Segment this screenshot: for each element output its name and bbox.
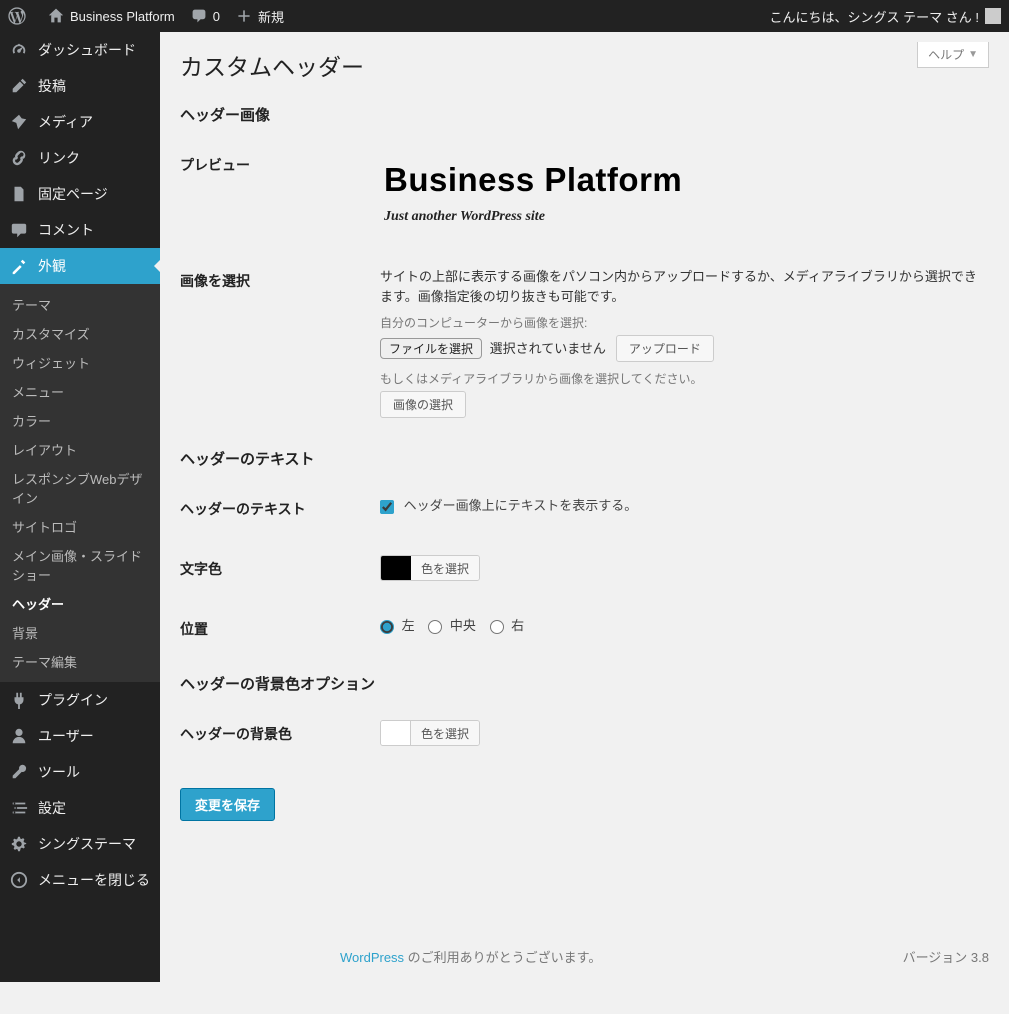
footer-wp-link[interactable]: WordPress [340,950,404,965]
content-area: ヘルプ ▼ カスタムヘッダー ヘッダー画像 プレビュー Business Pla… [160,32,1009,982]
home-icon [48,8,64,24]
chevron-down-icon: ▼ [968,49,978,60]
subitem-header[interactable]: ヘッダー [0,589,160,618]
text-color-picker[interactable]: 色を選択 [380,555,480,581]
preview-title: Business Platform [384,161,985,199]
subitem-menus[interactable]: メニュー [0,377,160,406]
admin-sidebar: ダッシュボード 投稿 メディア リンク 固定ページ コメント 外観 テーマ カス… [0,32,160,982]
sidebar-item-posts[interactable]: 投稿 [0,68,160,104]
appearance-icon [10,257,30,275]
section-header-image: ヘッダー画像 [180,90,989,135]
subitem-background[interactable]: 背景 [0,618,160,647]
show-text-label[interactable]: ヘッダー画像上にテキストを表示する。 [380,498,637,513]
pos-left-radio[interactable] [380,620,394,634]
select-image-desc: サイトの上部に表示する画像をパソコン内からアップロードするか、メディアライブラリ… [380,267,989,306]
bg-color-swatch [381,721,411,745]
dashboard-icon [10,41,30,59]
plugins-icon [10,691,30,709]
header-preview: Business Platform Just another WordPress… [380,151,989,235]
pos-right-label[interactable]: 右 [490,618,525,633]
site-link[interactable]: Business Platform [40,0,183,32]
sidebar-item-xings[interactable]: シングステーマ [0,826,160,862]
greeting: こんにちは、シングス テーマ さん ! [770,7,979,26]
admin-bar: Business Platform 0 新規 こんにちは、シングス テーマ さん… [0,0,1009,32]
show-text-checkbox[interactable] [380,500,394,514]
footer-text: のご利用ありがとうございます。 [404,950,601,965]
bg-color-picker[interactable]: 色を選択 [380,720,480,746]
sidebar-item-tools[interactable]: ツール [0,754,160,790]
media-icon [10,113,30,131]
comment-icon [191,8,207,24]
row-header-text-label: ヘッダーのテキスト [180,479,380,539]
file-status: 選択されていません [490,341,606,356]
pos-right-radio[interactable] [490,620,504,634]
preview-tagline: Just another WordPress site [384,209,985,225]
collapse-icon [10,871,30,889]
upload-button[interactable]: アップロード [616,335,714,362]
sidebar-item-settings[interactable]: 設定 [0,790,160,826]
section-header-text: ヘッダーのテキスト [180,434,989,479]
footer-version: バージョン 3.8 [903,947,989,966]
save-changes-button[interactable]: 変更を保存 [180,788,275,821]
row-preview-label: プレビュー [180,135,380,251]
subitem-widgets[interactable]: ウィジェット [0,348,160,377]
avatar [985,8,1001,24]
wp-logo-link[interactable] [0,0,40,32]
users-icon [10,727,30,745]
subitem-layout[interactable]: レイアウト [0,435,160,464]
settings-icon [10,799,30,817]
sidebar-item-appearance[interactable]: 外観 [0,248,160,284]
subitem-color[interactable]: カラー [0,406,160,435]
media-hint: もしくはメディアライブラリから画像を選択してください。 [380,370,989,387]
sidebar-item-comments[interactable]: コメント [0,212,160,248]
sidebar-item-dashboard[interactable]: ダッシュボード [0,32,160,68]
sidebar-item-pages[interactable]: 固定ページ [0,176,160,212]
new-button[interactable]: 新規 [228,0,292,32]
text-color-swatch [381,556,411,580]
admin-footer: WordPress のご利用ありがとうございます。 バージョン 3.8 [340,937,989,982]
section-bg: ヘッダーの背景色オプション [180,659,989,704]
row-select-image-label: 画像を選択 [180,251,380,434]
pages-icon [10,185,30,203]
sidebar-item-users[interactable]: ユーザー [0,718,160,754]
comments-link[interactable]: 0 [183,0,228,32]
help-button[interactable]: ヘルプ ▼ [917,42,989,68]
subitem-themes[interactable]: テーマ [0,290,160,319]
row-text-color-label: 文字色 [180,539,380,599]
posts-icon [10,77,30,95]
links-icon [10,149,30,167]
subitem-customize[interactable]: カスタマイズ [0,319,160,348]
gear-icon [10,835,30,853]
site-name: Business Platform [70,9,175,24]
choose-media-button[interactable]: 画像の選択 [380,391,466,418]
page-title: カスタムヘッダー [180,32,989,90]
wordpress-icon [8,7,26,25]
pos-center-radio[interactable] [428,620,442,634]
plus-icon [236,8,252,24]
pos-left-label[interactable]: 左 [380,618,418,633]
comments-count: 0 [213,9,220,24]
row-position-label: 位置 [180,599,380,659]
sidebar-item-media[interactable]: メディア [0,104,160,140]
pos-center-label[interactable]: 中央 [428,618,479,633]
subitem-mainimage[interactable]: メイン画像・スライドショー [0,541,160,589]
sidebar-item-plugins[interactable]: プラグイン [0,682,160,718]
upload-hint: 自分のコンピューターから画像を選択: [380,314,989,331]
subitem-responsive[interactable]: レスポンシブWebデザイン [0,464,160,512]
comments-icon [10,221,30,239]
subitem-sitelogo[interactable]: サイトロゴ [0,512,160,541]
tools-icon [10,763,30,781]
row-bg-color-label: ヘッダーの背景色 [180,704,380,764]
subitem-edit-theme[interactable]: テーマ編集 [0,647,160,676]
file-choose-button[interactable]: ファイルを選択 [380,338,482,359]
new-label: 新規 [258,7,284,26]
sidebar-collapse[interactable]: メニューを閉じる [0,862,160,898]
appearance-submenu: テーマ カスタマイズ ウィジェット メニュー カラー レイアウト レスポンシブW… [0,284,160,682]
account-link[interactable]: こんにちは、シングス テーマ さん ! [762,0,1009,32]
sidebar-item-links[interactable]: リンク [0,140,160,176]
